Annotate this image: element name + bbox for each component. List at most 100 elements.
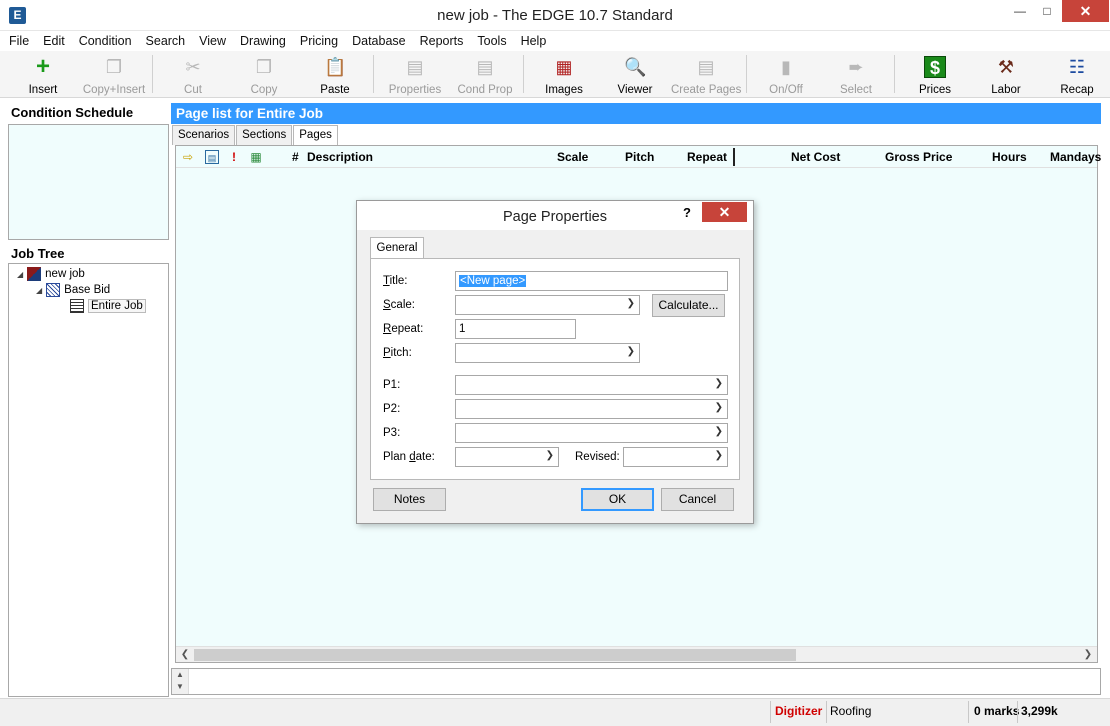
cancel-button[interactable]: Cancel xyxy=(661,488,734,511)
vertical-spinner[interactable]: ▲ ▼ xyxy=(172,669,189,694)
ok-button[interactable]: OK xyxy=(581,488,654,511)
viewer-button[interactable]: 🔍 Viewer xyxy=(600,53,670,96)
dollar-icon: $ xyxy=(924,56,946,78)
collapse-icon[interactable]: ◢ xyxy=(36,286,42,295)
menu-database[interactable]: Database xyxy=(352,34,406,48)
menu-pricing[interactable]: Pricing xyxy=(300,34,338,48)
digitizer-status: Digitizer xyxy=(775,704,823,718)
dialog-close-button[interactable]: ✕ xyxy=(702,202,747,222)
calculate-button[interactable]: Calculate... xyxy=(652,294,725,317)
column-pitch[interactable]: Pitch xyxy=(625,150,654,164)
menu-edit[interactable]: Edit xyxy=(43,34,65,48)
revised-date-picker[interactable]: ❯ xyxy=(623,447,728,467)
page-icon[interactable]: ▤ xyxy=(205,150,219,164)
cond-prop-icon: ▤ xyxy=(476,57,494,77)
copy-insert-icon: ❐ xyxy=(105,57,123,77)
menu-view[interactable]: View xyxy=(199,34,226,48)
pitch-dropdown[interactable]: ❯ xyxy=(455,343,640,363)
left-pane: Condition Schedule Job Tree ◢ new job ◢ … xyxy=(7,103,169,697)
copy-insert-button[interactable]: ❐ Copy+Insert xyxy=(79,53,149,96)
column-splitter[interactable] xyxy=(733,148,735,166)
properties-button[interactable]: ▤ Properties xyxy=(380,53,450,96)
labor-button[interactable]: ⚒ Labor xyxy=(971,53,1041,96)
page-list-header: Page list for Entire Job xyxy=(171,103,1101,124)
tree-item-base-bid[interactable]: ◢ Base Bid xyxy=(36,282,110,298)
close-window-button[interactable]: ✕ xyxy=(1062,0,1109,22)
mode-status: Roofing xyxy=(830,704,872,718)
menu-condition[interactable]: Condition xyxy=(79,34,132,48)
copy-icon: ❐ xyxy=(255,57,273,77)
scale-dropdown[interactable]: ❯ xyxy=(455,295,640,315)
menu-tools[interactable]: Tools xyxy=(477,34,506,48)
condition-schedule-title: Condition Schedule xyxy=(11,105,134,120)
revised-label: Revised: xyxy=(575,451,620,463)
scrollbar-thumb[interactable] xyxy=(194,649,796,661)
column-number[interactable]: # xyxy=(292,150,299,164)
scroll-right-icon[interactable]: ❯ xyxy=(1080,647,1096,663)
column-mandays[interactable]: Mandays xyxy=(1050,150,1101,164)
condition-schedule-list[interactable] xyxy=(8,124,169,240)
column-scale[interactable]: Scale xyxy=(557,150,588,164)
collapse-icon[interactable]: ◢ xyxy=(17,270,23,279)
p2-dropdown[interactable]: ❯ xyxy=(455,399,728,419)
status-bar: Digitizer Roofing 0 marks 3,299k xyxy=(0,698,1110,726)
column-gross-price[interactable]: Gross Price xyxy=(885,150,952,164)
menu-help[interactable]: Help xyxy=(521,34,547,48)
prices-button[interactable]: $ Prices xyxy=(900,53,970,96)
notes-area[interactable]: ▲ ▼ xyxy=(171,668,1101,695)
column-repeat[interactable]: Repeat xyxy=(687,150,727,164)
minimize-button[interactable]: — xyxy=(1005,0,1035,22)
dialog-title-bar: Page Properties ? ✕ xyxy=(357,201,753,230)
chevron-down-icon: ❯ xyxy=(626,298,635,309)
paste-button[interactable]: 📋 Paste xyxy=(300,53,370,96)
column-hours[interactable]: Hours xyxy=(992,150,1027,164)
create-pages-button[interactable]: ▤ Create Pages xyxy=(671,53,741,96)
p3-dropdown[interactable]: ❯ xyxy=(455,423,728,443)
images-button[interactable]: ▦ Images xyxy=(529,53,599,96)
repeat-field[interactable]: 1 xyxy=(455,319,576,339)
exclamation-icon[interactable]: ! xyxy=(227,150,241,164)
copy-button[interactable]: ❐ Copy xyxy=(229,53,299,96)
tab-sections[interactable]: Sections xyxy=(236,125,293,145)
cond-prop-button[interactable]: ▤ Cond Prop xyxy=(450,53,520,96)
notes-button[interactable]: Notes xyxy=(373,488,446,511)
menu-file[interactable]: File xyxy=(9,34,29,48)
p1-dropdown[interactable]: ❯ xyxy=(455,375,728,395)
status-separator xyxy=(968,701,969,723)
status-separator xyxy=(826,701,827,723)
help-icon[interactable]: ? xyxy=(683,205,691,220)
plan-date-picker[interactable]: ❯ xyxy=(455,447,559,467)
magnifier-icon: 🔍 xyxy=(624,57,647,77)
toolbar: + Insert ❐ Copy+Insert ✂ Cut ❐ Copy 📋 Pa… xyxy=(0,51,1110,98)
tree-item-entire-job[interactable]: Entire Job xyxy=(70,298,146,314)
toolbar-separator xyxy=(746,55,747,93)
maximize-button[interactable]: □ xyxy=(1032,0,1062,22)
menu-drawing[interactable]: Drawing xyxy=(240,34,286,48)
menu-reports[interactable]: Reports xyxy=(420,34,464,48)
job-tree[interactable]: ◢ new job ◢ Base Bid Entire Job xyxy=(8,263,169,697)
arrow-right-icon[interactable]: ⇨ xyxy=(181,150,195,164)
select-button[interactable]: ➨ Select xyxy=(821,53,891,96)
insert-button[interactable]: + Insert xyxy=(8,53,78,97)
recap-button[interactable]: ☷ Recap xyxy=(1042,53,1110,96)
tree-item-new-job[interactable]: ◢ new job xyxy=(17,266,85,282)
cut-button[interactable]: ✂ Cut xyxy=(158,53,228,96)
column-net-cost[interactable]: Net Cost xyxy=(791,150,840,164)
on-off-button[interactable]: ▮ On/Off xyxy=(751,53,821,96)
images-icon: ▦ xyxy=(555,57,573,77)
create-pages-icon: ▤ xyxy=(697,57,715,77)
tab-scenarios[interactable]: Scenarios xyxy=(172,125,236,145)
scroll-left-icon[interactable]: ❮ xyxy=(177,647,193,663)
horizontal-scrollbar[interactable]: ❮ ❯ xyxy=(176,646,1097,662)
status-separator xyxy=(770,701,771,723)
tab-pages[interactable]: Pages xyxy=(293,125,338,146)
pages-icon xyxy=(70,299,84,313)
plus-icon: + xyxy=(35,53,50,80)
menu-search[interactable]: Search xyxy=(146,34,186,48)
column-description[interactable]: Description xyxy=(307,150,373,164)
view-tabs: Scenarios Sections Pages xyxy=(172,125,339,146)
tab-general[interactable]: General xyxy=(370,237,424,259)
image-icon[interactable]: ▦ xyxy=(249,150,263,164)
title-field[interactable]: <New page> xyxy=(455,271,728,291)
chevron-down-icon: ❯ xyxy=(714,450,723,461)
